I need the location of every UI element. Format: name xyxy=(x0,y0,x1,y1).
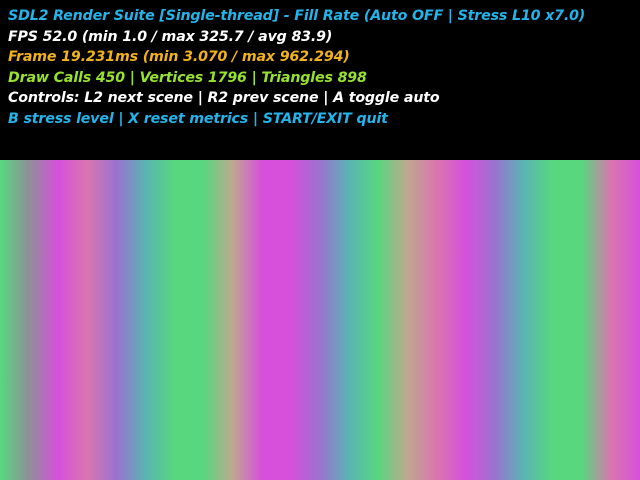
fill-rate-scene xyxy=(0,160,640,480)
render-window: SDL2 Render Suite [Single-thread] - Fill… xyxy=(0,0,640,480)
controls-help-line-2: B stress level | X reset metrics | START… xyxy=(8,110,388,127)
suite-title-line: SDL2 Render Suite [Single-thread] - Fill… xyxy=(8,8,586,24)
fps-stats-line: FPS 52.0 (min 1.0 / max 325.7 / avg 83.9… xyxy=(8,28,333,45)
controls-help-line: Controls: L2 next scene | R2 prev scene … xyxy=(8,90,440,106)
frame-time-line: Frame 19.231ms (min 3.070 / max 962.294) xyxy=(8,49,350,65)
metrics-overlay: SDL2 Render Suite [Single-thread] - Fill… xyxy=(8,6,632,156)
draw-stats-line: Draw Calls 450 | Vertices 1796 | Triangl… xyxy=(8,69,367,86)
